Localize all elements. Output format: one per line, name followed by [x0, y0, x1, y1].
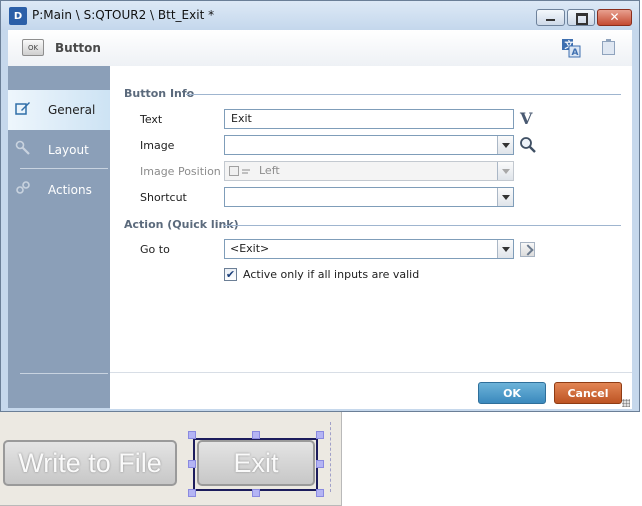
dialog-header: OK Button 文 A: [8, 30, 632, 67]
resize-handle[interactable]: [252, 489, 260, 497]
section-title-button-info: Button Info: [124, 87, 195, 100]
sidebar: General Layout Actions: [8, 66, 110, 408]
image-label: Image: [140, 139, 175, 152]
checkbox-label: Active only if all inputs are valid: [243, 268, 420, 281]
chevron-down-icon[interactable]: [497, 188, 513, 206]
goto-dropdown[interactable]: <Exit>: [224, 239, 514, 259]
ok-button[interactable]: OK: [478, 382, 546, 404]
resize-handle[interactable]: [316, 460, 324, 468]
shortcut-dropdown[interactable]: [224, 187, 514, 207]
dialog-title: Button: [55, 41, 101, 55]
resize-handle[interactable]: [316, 489, 324, 497]
resize-grip[interactable]: [622, 399, 630, 407]
sidebar-item-label: Layout: [48, 143, 89, 157]
sidebar-item-general[interactable]: General: [8, 90, 110, 130]
variable-icon[interactable]: V: [520, 109, 532, 128]
chevron-down-icon[interactable]: [497, 136, 513, 154]
section-divider: [223, 225, 621, 226]
title-bar[interactable]: D P:Main \ S:QTOUR2 \ Btt_Exit * ✕: [1, 1, 639, 30]
active-if-valid-checkbox[interactable]: ✔: [224, 268, 237, 281]
sidebar-item-label: General: [48, 103, 96, 117]
shortcut-label: Shortcut: [140, 191, 187, 204]
app-logo-icon: D: [9, 7, 27, 25]
sidebar-item-actions[interactable]: Actions: [8, 170, 110, 210]
image-left-icon: [229, 166, 250, 176]
svg-text:A: A: [572, 48, 579, 58]
close-button[interactable]: ✕: [597, 9, 632, 26]
resize-handle[interactable]: [316, 431, 324, 439]
write-to-file-button[interactable]: Write to File: [3, 440, 177, 486]
sidebar-divider: [20, 373, 108, 374]
chevron-down-icon: [497, 162, 513, 180]
text-input[interactable]: Exit: [224, 109, 514, 129]
goto-value: <Exit>: [230, 242, 270, 255]
resize-handle[interactable]: [252, 431, 260, 439]
text-label: Text: [140, 113, 163, 126]
chevron-down-icon[interactable]: [497, 240, 513, 258]
section-title-action: Action (Quick link): [124, 218, 239, 231]
form-designer-canvas: Write to File Exit: [0, 412, 342, 506]
general-panel: Button Info Text Exit V Image Image Posi…: [110, 66, 632, 372]
minimize-button[interactable]: [536, 9, 565, 26]
section-divider: [186, 94, 621, 95]
links-icon: [16, 181, 30, 194]
selection-frame: [193, 438, 318, 491]
cancel-button[interactable]: Cancel: [554, 382, 622, 404]
minimize-icon: [546, 19, 555, 21]
maximize-button[interactable]: [567, 9, 595, 26]
wrench-icon: [15, 140, 30, 155]
button-properties-dialog: D P:Main \ S:QTOUR2 \ Btt_Exit * ✕ OK Bu…: [0, 0, 640, 412]
resize-handle[interactable]: [188, 431, 196, 439]
resize-handle[interactable]: [188, 460, 196, 468]
edit-icon: [15, 102, 30, 115]
maximize-icon: [576, 13, 588, 25]
resize-handle[interactable]: [188, 489, 196, 497]
image-position-dropdown: Left: [224, 161, 514, 181]
window-title: P:Main \ S:QTOUR2 \ Btt_Exit *: [32, 8, 215, 22]
clipboard-icon[interactable]: [602, 39, 615, 55]
dialog-footer: OK Cancel: [110, 372, 632, 409]
goto-target-button[interactable]: [520, 242, 535, 257]
image-position-value: Left: [259, 164, 280, 177]
search-icon[interactable]: [518, 135, 538, 155]
guide-line: [330, 422, 331, 492]
button-type-icon: OK: [22, 39, 44, 56]
image-dropdown[interactable]: [224, 135, 514, 155]
translate-icon[interactable]: 文 A: [561, 38, 581, 58]
sidebar-divider: [20, 168, 108, 169]
close-icon: ✕: [609, 10, 620, 24]
goto-label: Go to: [140, 243, 170, 256]
image-position-label: Image Position: [140, 165, 221, 178]
sidebar-item-layout[interactable]: Layout: [8, 130, 110, 170]
sidebar-item-label: Actions: [48, 183, 92, 197]
